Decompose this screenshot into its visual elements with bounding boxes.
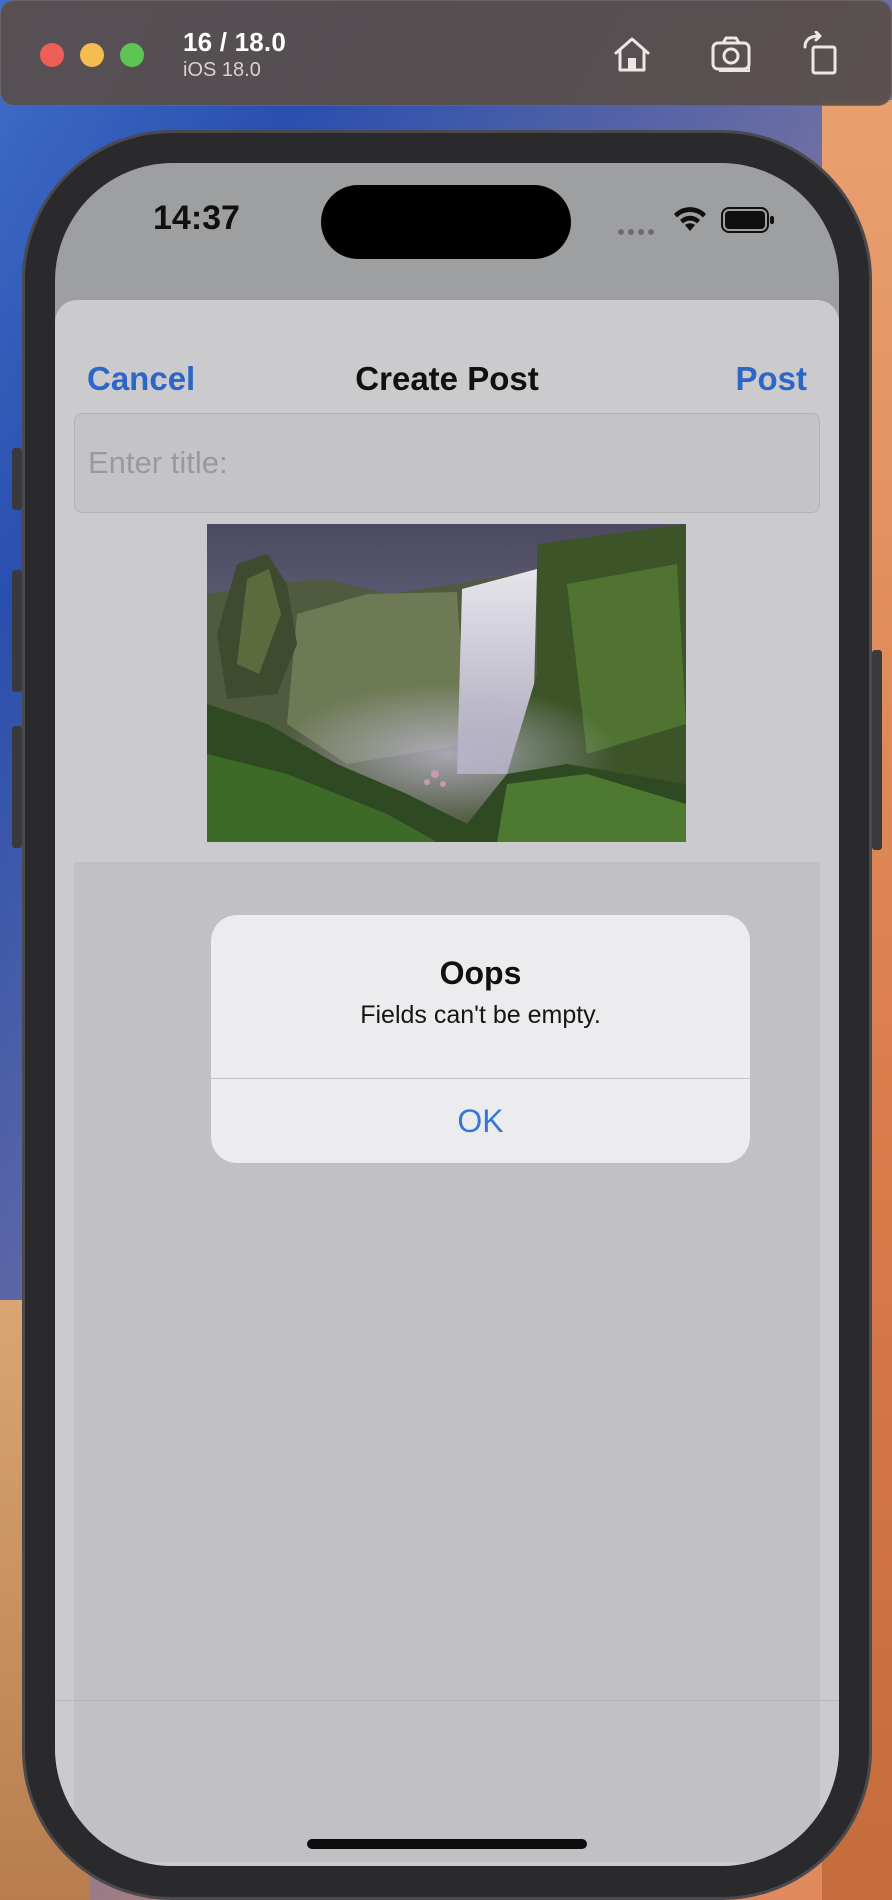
home-indicator[interactable] (307, 1839, 587, 1849)
status-time: 14:37 (153, 199, 240, 237)
alert-title: Oops (439, 955, 522, 991)
device-title: 16 / 18.0 (183, 27, 286, 57)
rotate-icon (803, 30, 837, 75)
screenshot-button[interactable] (709, 31, 755, 77)
minimize-window-button[interactable] (80, 43, 104, 67)
close-window-button[interactable] (40, 43, 64, 67)
home-button[interactable] (609, 31, 655, 77)
title-input[interactable] (74, 413, 820, 513)
os-version-label: iOS 18.0 (183, 59, 261, 81)
simulator-title-bar: 16 / 18.0 iOS 18.0 (0, 0, 892, 106)
wifi-icon (674, 207, 706, 231)
battery-icon (721, 207, 774, 233)
device-screen: 14:37 Cancel Create Post Post Enter titl… (55, 163, 839, 1866)
power-button[interactable] (872, 650, 882, 850)
post-button[interactable]: Post (735, 360, 807, 398)
signal-icon (618, 229, 654, 235)
screenshot-icon (711, 36, 751, 72)
volume-down-button[interactable] (12, 726, 22, 848)
post-image[interactable] (207, 524, 686, 842)
alert-message: Fields can't be empty. (360, 1001, 601, 1029)
dynamic-island (321, 185, 571, 259)
volume-up-button[interactable] (12, 570, 22, 692)
home-icon (614, 37, 650, 72)
cancel-button[interactable]: Cancel (87, 360, 195, 398)
action-button[interactable] (12, 448, 22, 510)
rotate-button[interactable] (799, 30, 845, 77)
zoom-window-button[interactable] (120, 43, 144, 67)
waterfall-photo (207, 524, 686, 842)
divider (55, 1700, 839, 1701)
alert-dialog: Oops Fields can't be empty. OK (211, 915, 750, 1163)
ok-button[interactable]: OK (211, 1079, 750, 1163)
